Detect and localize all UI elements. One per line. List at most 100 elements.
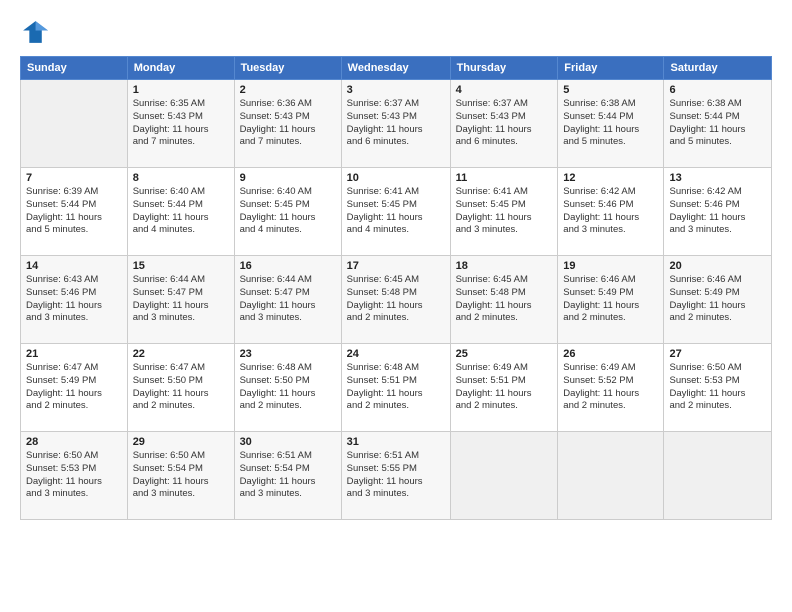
day-cell: 31 Sunrise: 6:51 AM Sunset: 5:55 PM Dayli… bbox=[341, 432, 450, 520]
day-cell: 16 Sunrise: 6:44 AM Sunset: 5:47 PM Dayli… bbox=[234, 256, 341, 344]
day-number: 23 bbox=[240, 348, 336, 360]
day-number: 27 bbox=[669, 348, 766, 360]
weekday-header-monday: Monday bbox=[127, 57, 234, 80]
weekday-header-tuesday: Tuesday bbox=[234, 57, 341, 80]
day-cell: 20 Sunrise: 6:46 AM Sunset: 5:49 PM Dayli… bbox=[664, 256, 772, 344]
day-number: 12 bbox=[563, 172, 658, 184]
day-cell: 27 Sunrise: 6:50 AM Sunset: 5:53 PM Dayli… bbox=[664, 344, 772, 432]
day-info: Sunrise: 6:50 AM Sunset: 5:53 PM Dayligh… bbox=[26, 450, 122, 501]
day-cell: 18 Sunrise: 6:45 AM Sunset: 5:48 PM Dayli… bbox=[450, 256, 558, 344]
day-info: Sunrise: 6:41 AM Sunset: 5:45 PM Dayligh… bbox=[347, 186, 445, 237]
day-cell: 28 Sunrise: 6:50 AM Sunset: 5:53 PM Dayli… bbox=[21, 432, 128, 520]
day-number: 21 bbox=[26, 348, 122, 360]
day-cell: 9 Sunrise: 6:40 AM Sunset: 5:45 PM Daylig… bbox=[234, 168, 341, 256]
day-number: 20 bbox=[669, 260, 766, 272]
day-info: Sunrise: 6:40 AM Sunset: 5:45 PM Dayligh… bbox=[240, 186, 336, 237]
weekday-header-sunday: Sunday bbox=[21, 57, 128, 80]
day-number: 19 bbox=[563, 260, 658, 272]
day-cell: 11 Sunrise: 6:41 AM Sunset: 5:45 PM Dayli… bbox=[450, 168, 558, 256]
day-info: Sunrise: 6:40 AM Sunset: 5:44 PM Dayligh… bbox=[133, 186, 229, 237]
day-cell bbox=[558, 432, 664, 520]
day-cell bbox=[21, 80, 128, 168]
day-info: Sunrise: 6:42 AM Sunset: 5:46 PM Dayligh… bbox=[563, 186, 658, 237]
weekday-row: SundayMondayTuesdayWednesdayThursdayFrid… bbox=[21, 57, 772, 80]
week-row-1: 7Sunrise: 6:39 AM Sunset: 5:44 PM Daylig… bbox=[21, 168, 772, 256]
day-number: 28 bbox=[26, 436, 122, 448]
day-cell: 30 Sunrise: 6:51 AM Sunset: 5:54 PM Dayli… bbox=[234, 432, 341, 520]
logo bbox=[20, 18, 52, 46]
day-number: 4 bbox=[456, 84, 553, 96]
day-number: 26 bbox=[563, 348, 658, 360]
day-number: 31 bbox=[347, 436, 445, 448]
day-info: Sunrise: 6:51 AM Sunset: 5:55 PM Dayligh… bbox=[347, 450, 445, 501]
day-info: Sunrise: 6:44 AM Sunset: 5:47 PM Dayligh… bbox=[240, 274, 336, 325]
day-number: 30 bbox=[240, 436, 336, 448]
day-number: 24 bbox=[347, 348, 445, 360]
day-cell bbox=[450, 432, 558, 520]
day-info: Sunrise: 6:48 AM Sunset: 5:51 PM Dayligh… bbox=[347, 362, 445, 413]
weekday-header-friday: Friday bbox=[558, 57, 664, 80]
day-info: Sunrise: 6:49 AM Sunset: 5:52 PM Dayligh… bbox=[563, 362, 658, 413]
day-info: Sunrise: 6:42 AM Sunset: 5:46 PM Dayligh… bbox=[669, 186, 766, 237]
day-info: Sunrise: 6:36 AM Sunset: 5:43 PM Dayligh… bbox=[240, 98, 336, 149]
day-info: Sunrise: 6:46 AM Sunset: 5:49 PM Dayligh… bbox=[563, 274, 658, 325]
day-info: Sunrise: 6:50 AM Sunset: 5:53 PM Dayligh… bbox=[669, 362, 766, 413]
week-row-0: 1Sunrise: 6:35 AM Sunset: 5:43 PM Daylig… bbox=[21, 80, 772, 168]
day-cell: 7Sunrise: 6:39 AM Sunset: 5:44 PM Daylig… bbox=[21, 168, 128, 256]
day-number: 18 bbox=[456, 260, 553, 272]
day-cell: 10 Sunrise: 6:41 AM Sunset: 5:45 PM Dayli… bbox=[341, 168, 450, 256]
day-info: Sunrise: 6:51 AM Sunset: 5:54 PM Dayligh… bbox=[240, 450, 336, 501]
day-number: 29 bbox=[133, 436, 229, 448]
day-info: Sunrise: 6:41 AM Sunset: 5:45 PM Dayligh… bbox=[456, 186, 553, 237]
weekday-header-wednesday: Wednesday bbox=[341, 57, 450, 80]
calendar-body: 1Sunrise: 6:35 AM Sunset: 5:43 PM Daylig… bbox=[21, 80, 772, 520]
header bbox=[20, 18, 772, 46]
day-info: Sunrise: 6:35 AM Sunset: 5:43 PM Dayligh… bbox=[133, 98, 229, 149]
week-row-3: 21 Sunrise: 6:47 AM Sunset: 5:49 PM Dayli… bbox=[21, 344, 772, 432]
week-row-2: 14 Sunrise: 6:43 AM Sunset: 5:46 PM Dayli… bbox=[21, 256, 772, 344]
day-cell: 24 Sunrise: 6:48 AM Sunset: 5:51 PM Dayli… bbox=[341, 344, 450, 432]
day-info: Sunrise: 6:45 AM Sunset: 5:48 PM Dayligh… bbox=[347, 274, 445, 325]
day-number: 11 bbox=[456, 172, 553, 184]
calendar: SundayMondayTuesdayWednesdayThursdayFrid… bbox=[20, 56, 772, 520]
day-cell bbox=[664, 432, 772, 520]
day-cell: 13Sunrise: 6:42 AM Sunset: 5:46 PM Dayli… bbox=[664, 168, 772, 256]
day-number: 9 bbox=[240, 172, 336, 184]
day-cell: 1Sunrise: 6:35 AM Sunset: 5:43 PM Daylig… bbox=[127, 80, 234, 168]
day-number: 10 bbox=[347, 172, 445, 184]
day-cell: 21 Sunrise: 6:47 AM Sunset: 5:49 PM Dayli… bbox=[21, 344, 128, 432]
day-info: Sunrise: 6:37 AM Sunset: 5:43 PM Dayligh… bbox=[456, 98, 553, 149]
day-cell: 14 Sunrise: 6:43 AM Sunset: 5:46 PM Dayli… bbox=[21, 256, 128, 344]
day-info: Sunrise: 6:37 AM Sunset: 5:43 PM Dayligh… bbox=[347, 98, 445, 149]
day-cell: 12 Sunrise: 6:42 AM Sunset: 5:46 PM Dayli… bbox=[558, 168, 664, 256]
day-cell: 2Sunrise: 6:36 AM Sunset: 5:43 PM Daylig… bbox=[234, 80, 341, 168]
day-info: Sunrise: 6:47 AM Sunset: 5:49 PM Dayligh… bbox=[26, 362, 122, 413]
day-info: Sunrise: 6:43 AM Sunset: 5:46 PM Dayligh… bbox=[26, 274, 122, 325]
day-number: 15 bbox=[133, 260, 229, 272]
day-info: Sunrise: 6:50 AM Sunset: 5:54 PM Dayligh… bbox=[133, 450, 229, 501]
day-info: Sunrise: 6:45 AM Sunset: 5:48 PM Dayligh… bbox=[456, 274, 553, 325]
week-row-4: 28 Sunrise: 6:50 AM Sunset: 5:53 PM Dayli… bbox=[21, 432, 772, 520]
day-number: 5 bbox=[563, 84, 658, 96]
day-cell: 26 Sunrise: 6:49 AM Sunset: 5:52 PM Dayli… bbox=[558, 344, 664, 432]
day-info: Sunrise: 6:47 AM Sunset: 5:50 PM Dayligh… bbox=[133, 362, 229, 413]
day-number: 3 bbox=[347, 84, 445, 96]
day-number: 25 bbox=[456, 348, 553, 360]
day-info: Sunrise: 6:38 AM Sunset: 5:44 PM Dayligh… bbox=[563, 98, 658, 149]
day-cell: 6Sunrise: 6:38 AM Sunset: 5:44 PM Daylig… bbox=[664, 80, 772, 168]
day-number: 16 bbox=[240, 260, 336, 272]
day-cell: 8Sunrise: 6:40 AM Sunset: 5:44 PM Daylig… bbox=[127, 168, 234, 256]
day-number: 14 bbox=[26, 260, 122, 272]
weekday-header-saturday: Saturday bbox=[664, 57, 772, 80]
page: SundayMondayTuesdayWednesdayThursdayFrid… bbox=[0, 0, 792, 612]
day-info: Sunrise: 6:48 AM Sunset: 5:50 PM Dayligh… bbox=[240, 362, 336, 413]
day-cell: 3 Sunrise: 6:37 AM Sunset: 5:43 PM Daylig… bbox=[341, 80, 450, 168]
day-number: 22 bbox=[133, 348, 229, 360]
day-cell: 15Sunrise: 6:44 AM Sunset: 5:47 PM Dayli… bbox=[127, 256, 234, 344]
day-cell: 4 Sunrise: 6:37 AM Sunset: 5:43 PM Daylig… bbox=[450, 80, 558, 168]
day-info: Sunrise: 6:49 AM Sunset: 5:51 PM Dayligh… bbox=[456, 362, 553, 413]
day-cell: 17Sunrise: 6:45 AM Sunset: 5:48 PM Dayli… bbox=[341, 256, 450, 344]
day-number: 6 bbox=[669, 84, 766, 96]
day-info: Sunrise: 6:46 AM Sunset: 5:49 PM Dayligh… bbox=[669, 274, 766, 325]
day-cell: 25 Sunrise: 6:49 AM Sunset: 5:51 PM Dayli… bbox=[450, 344, 558, 432]
